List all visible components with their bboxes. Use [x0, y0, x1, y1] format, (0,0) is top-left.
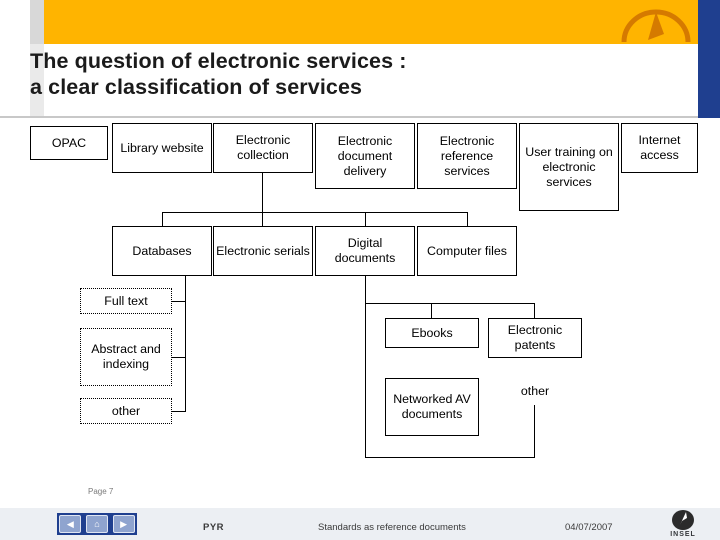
- box-other-right-label: other: [520, 383, 550, 398]
- box-electronic-reference-services-label: Electronic reference services: [439, 133, 495, 178]
- insel-mark-icon: [672, 510, 694, 530]
- box-ebooks[interactable]: Ebooks: [385, 318, 479, 348]
- box-databases[interactable]: Databases: [112, 226, 212, 276]
- connector-ebooks-row: [365, 303, 535, 304]
- box-internet-access[interactable]: Internet access: [621, 123, 698, 173]
- box-full-text[interactable]: Full text: [80, 288, 172, 314]
- connector-computer-up: [467, 212, 468, 226]
- box-library-website-label: Library website: [120, 140, 204, 155]
- connector-databases-up: [162, 212, 163, 226]
- insel-logo-text: INSEL: [670, 531, 696, 538]
- footer-navigation[interactable]: ◀ ⌂ ▶: [57, 513, 137, 535]
- box-electronic-serials-label: Electronic serials: [216, 243, 310, 258]
- page-title-line2: a clear classification of services: [30, 75, 363, 99]
- box-other-right[interactable]: other: [488, 378, 582, 404]
- connector-digital-up: [365, 212, 366, 226]
- box-internet-access-label: Internet access: [638, 133, 681, 162]
- box-databases-label: Databases: [132, 243, 192, 258]
- connector-fulltext-stub: [172, 301, 186, 302]
- connector-ebooks-up: [431, 303, 432, 318]
- box-abstract-indexing-label: Abstract and indexing: [91, 342, 161, 371]
- previous-slide-icon[interactable]: ◀: [59, 515, 82, 533]
- top-banner-left-gap: [0, 0, 30, 44]
- connector-row2-spine: [162, 212, 468, 213]
- home-slide-icon[interactable]: ⌂: [85, 515, 108, 533]
- box-electronic-patents[interactable]: Electronic patents: [488, 318, 582, 358]
- footer-subject: Standards as reference documents: [318, 522, 466, 533]
- box-full-text-label: Full text: [104, 293, 148, 308]
- insel-logo: INSEL: [660, 509, 706, 539]
- box-electronic-serials[interactable]: Electronic serials: [213, 226, 313, 276]
- box-library-website[interactable]: Library website: [112, 123, 212, 173]
- right-blue-block: [698, 0, 720, 118]
- box-networked-av-documents-label: Networked AV documents: [393, 392, 471, 421]
- footer-date: 04/07/2007: [565, 522, 613, 533]
- page-title: The question of electronic services : a …: [30, 48, 670, 100]
- box-computer-files-label: Computer files: [427, 243, 507, 258]
- box-user-training[interactable]: User training on electronic services: [519, 123, 619, 211]
- box-electronic-patents-label: Electronic patents: [507, 323, 563, 352]
- box-other-left-label: other: [111, 403, 141, 418]
- box-computer-files[interactable]: Computer files: [417, 226, 517, 276]
- footer-author: PYR: [203, 522, 225, 533]
- connector-other-left-stub: [172, 411, 186, 412]
- box-electronic-document-delivery[interactable]: Electronic document delivery: [315, 123, 415, 189]
- connector-bottom-row: [365, 457, 535, 458]
- next-slide-icon[interactable]: ▶: [112, 515, 135, 533]
- top-banner: [0, 0, 720, 44]
- box-networked-av-documents[interactable]: Networked AV documents: [385, 378, 479, 436]
- connector-epatents-up: [534, 303, 535, 318]
- connector-collection-down: [262, 173, 263, 226]
- box-user-training-label: User training on electronic services: [525, 144, 613, 189]
- box-other-left[interactable]: other: [80, 398, 172, 424]
- connector-abstract-stub: [172, 357, 186, 358]
- box-ebooks-label: Ebooks: [411, 325, 453, 340]
- header-divider: [0, 116, 698, 118]
- connector-databases-spine: [185, 276, 186, 412]
- box-opac[interactable]: OPAC: [30, 126, 108, 160]
- connector-other-right-down: [534, 405, 535, 458]
- box-abstract-indexing[interactable]: Abstract and indexing: [80, 328, 172, 386]
- box-electronic-collection[interactable]: Electronic collection: [213, 123, 313, 173]
- page-number: Page 7: [88, 487, 114, 496]
- box-electronic-document-delivery-label: Electronic document delivery: [337, 133, 393, 178]
- box-digital-documents[interactable]: Digital documents: [315, 226, 415, 276]
- box-opac-label: OPAC: [51, 135, 87, 150]
- box-electronic-collection-label: Electronic collection: [235, 133, 291, 162]
- box-electronic-reference-services[interactable]: Electronic reference services: [417, 123, 517, 189]
- top-banner-grey-strip: [30, 0, 44, 44]
- box-digital-documents-label: Digital documents: [334, 236, 396, 265]
- page-title-line1: The question of electronic services :: [30, 49, 407, 73]
- organization-logo-icon: [621, 9, 691, 43]
